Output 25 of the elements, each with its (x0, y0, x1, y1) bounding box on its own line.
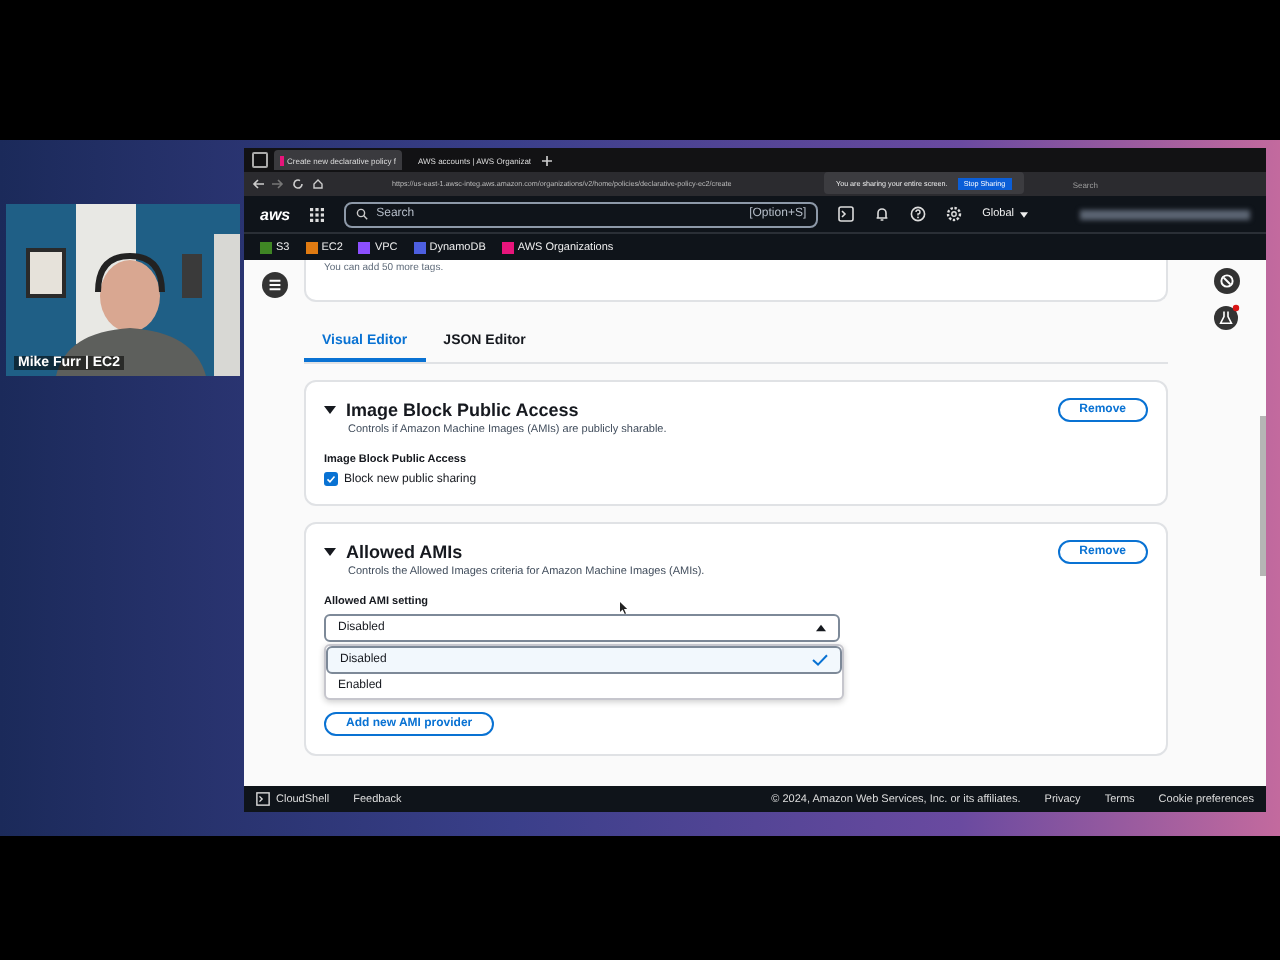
forward-icon[interactable] (272, 178, 284, 190)
caret-icon (816, 624, 826, 632)
help-icon[interactable] (910, 206, 927, 222)
check-icon (812, 654, 828, 666)
home-icon[interactable] (312, 178, 324, 190)
section-title: Image Block Public Access (346, 400, 579, 420)
terminal-icon[interactable] (838, 206, 855, 222)
reload-icon[interactable] (292, 178, 304, 190)
new-tab-icon[interactable] (542, 155, 552, 165)
checkbox[interactable] (324, 472, 338, 486)
aws-logo[interactable]: aws (260, 205, 291, 223)
caret-icon (1020, 211, 1029, 217)
expand-caret-icon[interactable] (324, 546, 336, 558)
back-icon[interactable] (252, 178, 264, 190)
search-icon (356, 208, 369, 220)
section-title: Allowed AMIs (346, 542, 463, 562)
tab-overview-icon[interactable] (252, 152, 268, 168)
grid-menu-icon[interactable] (310, 207, 325, 221)
menu-icon[interactable] (261, 272, 287, 298)
bell-icon[interactable] (874, 206, 891, 222)
settings-icon[interactable] (946, 206, 963, 222)
flask-icon[interactable] (1213, 304, 1239, 330)
mouse-cursor-icon (620, 602, 628, 614)
expand-caret-icon[interactable] (324, 404, 336, 416)
terminal-icon (256, 792, 270, 806)
